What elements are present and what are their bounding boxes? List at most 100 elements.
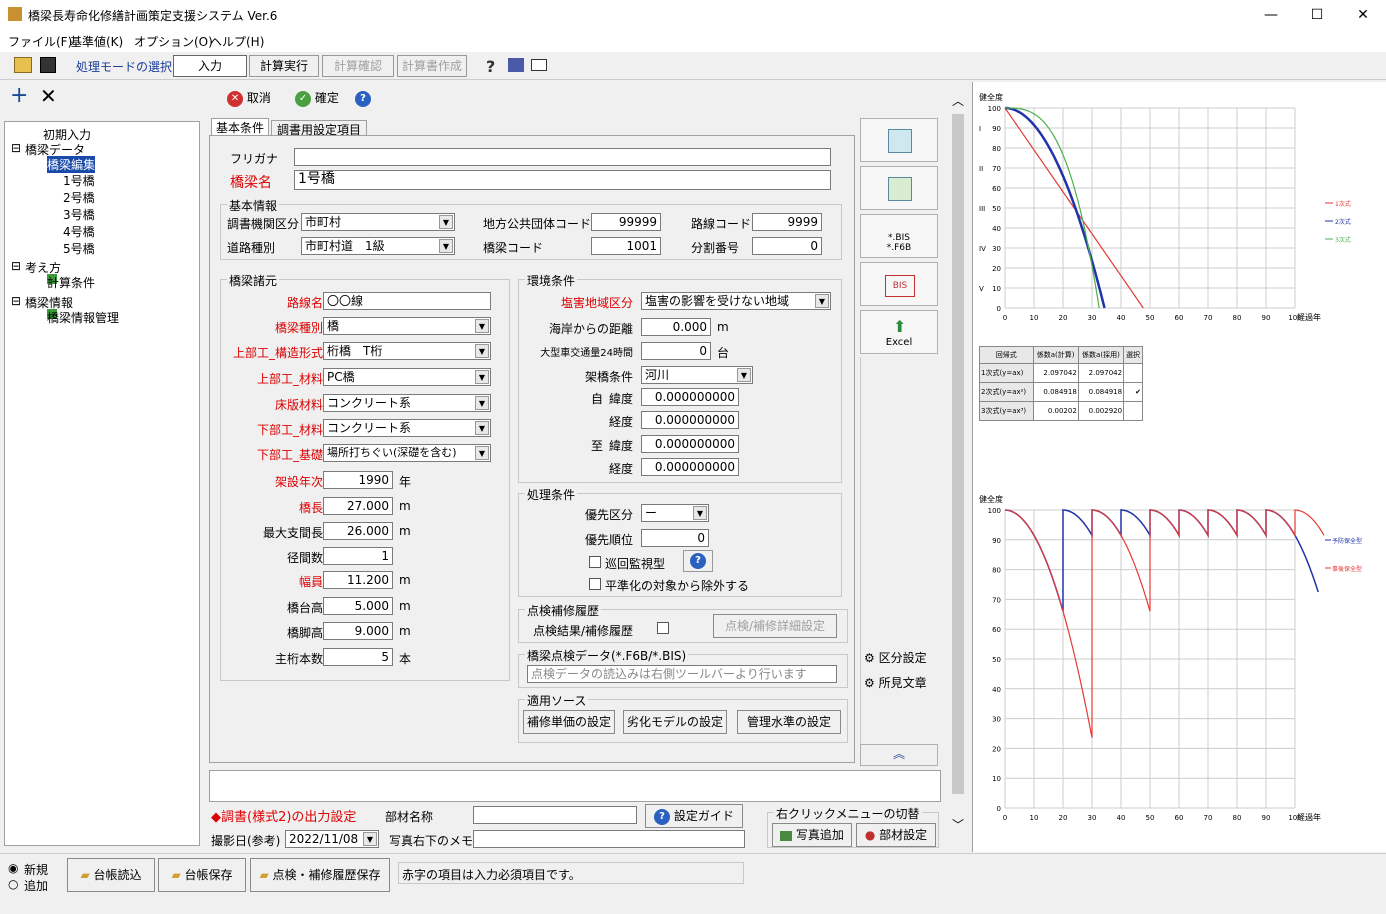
degradation-button[interactable]: 劣化モデルの設定 xyxy=(623,710,727,734)
excel-button[interactable]: ⬆ Excel xyxy=(860,310,938,354)
card-icon[interactable] xyxy=(531,59,547,71)
furigana-input[interactable] xyxy=(294,148,831,166)
tree-bridge-info-mgmt[interactable]: 橋梁情報管理 xyxy=(47,309,119,326)
calc-doc-button[interactable]: 計算書作成 xyxy=(397,55,467,77)
sub-mat-select[interactable]: コンクリート系 ▼ xyxy=(323,419,491,437)
width-input[interactable]: 11.200 xyxy=(323,571,393,589)
help-icon[interactable]: ? xyxy=(355,91,371,107)
memo-area[interactable] xyxy=(209,770,941,802)
tree-bridge-2[interactable]: 2号橋 xyxy=(63,189,95,206)
priority-select[interactable]: ー ▼ xyxy=(641,504,709,522)
date-select[interactable]: 2022/11/08 ▼ xyxy=(285,830,379,848)
delete-icon[interactable]: ✕ xyxy=(40,85,57,107)
save-ledger-button[interactable]: ▰ 台帳保存 xyxy=(158,858,246,892)
menu-help[interactable]: ヘルプ(H) xyxy=(210,33,264,50)
pier-input[interactable]: 9.000 xyxy=(323,622,393,640)
vertical-scrollbar[interactable]: ︿ ﹀ xyxy=(946,84,970,836)
exclude-checkbox[interactable] xyxy=(589,578,601,590)
menu-file[interactable]: ファイル(F) xyxy=(8,33,72,50)
maximize-button[interactable]: ☐ xyxy=(1294,0,1340,30)
calc-check-button[interactable]: 計算確認 xyxy=(322,55,394,77)
add-radio[interactable]: ○ xyxy=(8,877,18,891)
collapse-button[interactable]: ︽ xyxy=(860,744,938,766)
traffic-input[interactable]: 0 xyxy=(641,342,711,360)
tree-bridge-5[interactable]: 5号橋 xyxy=(63,240,95,257)
confirm-button[interactable]: ✓ 確定 xyxy=(289,87,345,111)
select-checkbox[interactable] xyxy=(1123,401,1143,421)
mgmt-level-button[interactable]: 管理水準の設定 xyxy=(737,710,841,734)
length-input[interactable]: 27.000 xyxy=(323,497,393,515)
chevron-down-icon: ▼ xyxy=(737,368,751,382)
tree-bridge-edit[interactable]: 橋梁編集 xyxy=(47,156,96,173)
zone-setting-button[interactable]: ⚙ 区分設定 xyxy=(864,649,927,666)
year-input[interactable]: 1990 xyxy=(323,471,393,489)
scatter-tool-button[interactable] xyxy=(860,118,938,162)
mode-input-button[interactable]: 入力 xyxy=(173,55,247,77)
lg-code-input[interactable]: 99999 xyxy=(591,213,661,231)
bridge-name-input[interactable]: 1号橋 xyxy=(294,170,831,190)
girders-input[interactable]: 5 xyxy=(323,648,393,666)
from-lat-input[interactable]: 0.000000000 xyxy=(641,388,739,406)
folder-open-icon[interactable] xyxy=(14,57,32,73)
span-input[interactable]: 26.000 xyxy=(323,522,393,540)
part-name-input[interactable] xyxy=(473,806,637,824)
menu-option[interactable]: オプション(O) xyxy=(134,33,213,50)
graph-tool-button[interactable] xyxy=(860,166,938,210)
slab-select[interactable]: コンクリート系 ▼ xyxy=(323,394,491,412)
select-checkbox[interactable]: ✔ xyxy=(1123,382,1143,402)
tab-basic[interactable]: 基本条件 xyxy=(211,118,269,136)
route-input[interactable]: 〇〇線 xyxy=(323,292,491,310)
tree-bridge-3[interactable]: 3号橋 xyxy=(63,206,95,223)
cancel-button[interactable]: ✕ 取消 xyxy=(221,87,277,111)
split-no-input[interactable]: 0 xyxy=(752,237,822,255)
to-lon-input[interactable]: 0.000000000 xyxy=(641,458,739,476)
save-history-button[interactable]: ▰ 点検・補修履歴保存 xyxy=(250,858,390,892)
bis-button[interactable]: BIS xyxy=(860,262,938,306)
unit-price-button[interactable]: 補修単価の設定 xyxy=(523,710,615,734)
sub-found-select[interactable]: 場所打ちぐい(深礎を含む) ▼ xyxy=(323,444,491,462)
add-icon[interactable]: + xyxy=(10,85,28,107)
type-select[interactable]: 橋 ▼ xyxy=(323,317,491,335)
to-lat-input[interactable]: 0.000000000 xyxy=(641,435,739,453)
patrol-checkbox[interactable] xyxy=(589,556,601,568)
coast-input[interactable]: 0.000 xyxy=(641,318,711,336)
load-ledger-button[interactable]: ▰ 台帳読込 xyxy=(67,858,155,892)
guide-button[interactable]: ? 設定ガイド xyxy=(645,804,743,828)
from-lon-input[interactable]: 0.000000000 xyxy=(641,411,739,429)
super-mat-select[interactable]: PC橋 ▼ xyxy=(323,368,491,386)
part-setting-button[interactable]: ● 部材設定 xyxy=(856,823,936,847)
save-icon[interactable] xyxy=(40,57,56,73)
new-radio[interactable]: ◉ xyxy=(8,861,18,875)
history-detail-button[interactable]: 点検/補修詳細設定 xyxy=(713,614,837,638)
x-tick-label: 80 xyxy=(1233,814,1242,822)
super-form-select[interactable]: 桁橋 T桁 ▼ xyxy=(323,342,491,360)
minimize-button[interactable]: — xyxy=(1248,0,1294,30)
org-select[interactable]: 市町村 ▼ xyxy=(301,213,455,231)
route-code-input[interactable]: 9999 xyxy=(752,213,822,231)
select-checkbox[interactable] xyxy=(1123,363,1143,383)
history-checkbox[interactable] xyxy=(657,622,669,634)
abut-input[interactable]: 5.000 xyxy=(323,597,393,615)
book-icon[interactable] xyxy=(508,58,524,72)
help-icon[interactable]: ? xyxy=(486,57,495,76)
patrol-help-button[interactable]: ? xyxy=(683,550,713,572)
table-cell: 2.097042 xyxy=(1077,363,1125,383)
road-type-select[interactable]: 市町村道 1級 ▼ xyxy=(301,237,455,255)
salt-select[interactable]: 塩害の影響を受けない地域 ▼ xyxy=(641,292,831,310)
tree-calc-cond[interactable]: 計算条件 xyxy=(47,274,95,291)
photo-add-button[interactable]: 写真追加 xyxy=(772,823,852,847)
close-button[interactable]: ✕ xyxy=(1340,0,1386,30)
inspection-data-field[interactable]: 点検データの読込みは右側ツールバーより行います xyxy=(527,665,837,683)
bis-f6b-button[interactable]: *.BIS *.F6B xyxy=(860,214,938,258)
order-input[interactable]: 0 xyxy=(641,529,709,547)
memo-input[interactable] xyxy=(473,830,745,848)
tab-report-settings[interactable]: 調書用設定項目 xyxy=(271,120,367,137)
calc-run-button[interactable]: 計算実行 xyxy=(249,55,319,77)
tree-bridge-4[interactable]: 4号橋 xyxy=(63,223,95,240)
menu-standard[interactable]: 基準値(K) xyxy=(70,33,123,50)
cross-select[interactable]: 河川 ▼ xyxy=(641,366,753,384)
bridge-code-input[interactable]: 1001 xyxy=(591,237,661,255)
tree-bridge-1[interactable]: 1号橋 xyxy=(63,172,95,189)
spans-input[interactable]: 1 xyxy=(323,547,393,565)
opinion-button[interactable]: ⚙ 所見文章 xyxy=(864,674,927,691)
